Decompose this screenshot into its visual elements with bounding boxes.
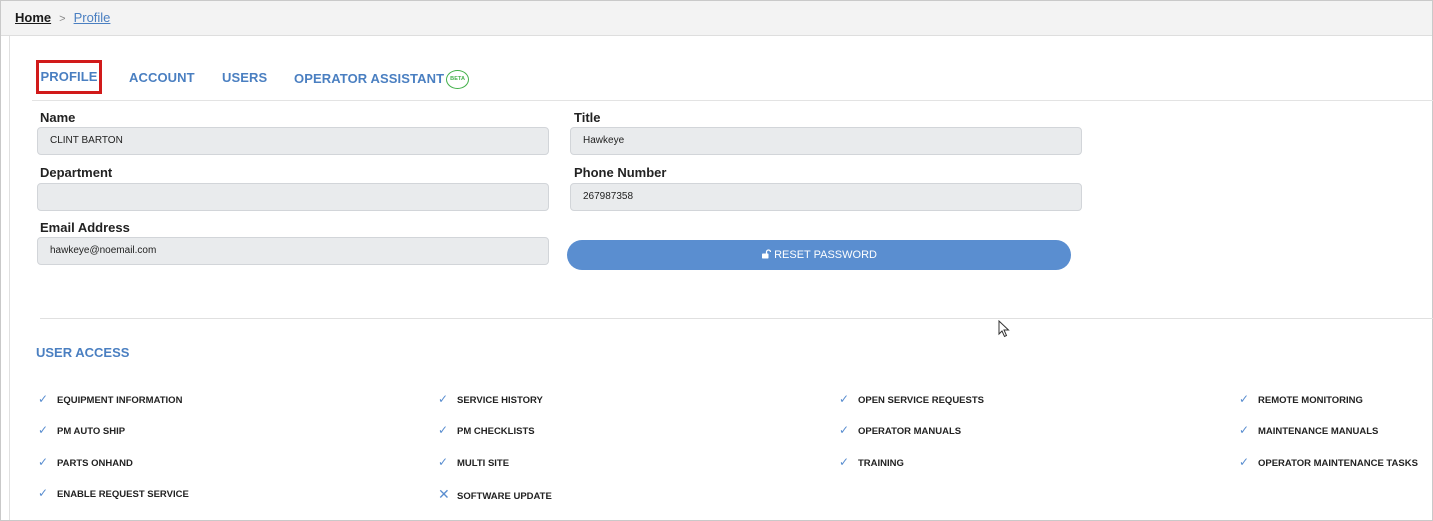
user-access-title: USER ACCESS xyxy=(36,345,130,360)
title-label: Title xyxy=(574,110,601,125)
section-divider xyxy=(40,318,1433,319)
access-item-maintenance-manuals: ✓ MAINTENANCE MANUALS xyxy=(1239,423,1378,437)
access-item-training: ✓ TRAINING xyxy=(839,455,904,469)
access-item-parts-onhand: ✓ PARTS ONHAND xyxy=(38,455,133,469)
mouse-cursor-icon xyxy=(998,319,1010,343)
access-item-label: OPERATOR MAINTENANCE TASKS xyxy=(1258,458,1418,469)
access-item-label: MAINTENANCE MANUALS xyxy=(1258,426,1379,437)
check-icon: ✓ xyxy=(38,486,49,500)
check-icon: ✓ xyxy=(1239,392,1250,406)
profile-panel: PROFILE ACCOUNT USERS OPERATOR ASSISTANT… xyxy=(9,36,1433,520)
access-item-open-service-requests: ✓ OPEN SERVICE REQUESTS xyxy=(839,392,984,406)
tab-profile[interactable]: PROFILE xyxy=(36,60,102,94)
access-item-label: REMOTE MONITORING xyxy=(1258,395,1363,406)
tab-users[interactable]: USERS xyxy=(222,70,267,85)
check-icon: ✓ xyxy=(438,392,449,406)
access-item-label: PARTS ONHAND xyxy=(57,458,133,469)
department-field[interactable] xyxy=(37,183,549,211)
access-item-label: MULTI SITE xyxy=(457,458,510,469)
breadcrumb-current-link[interactable]: Profile xyxy=(74,10,111,25)
access-item-label: EQUIPMENT INFORMATION xyxy=(57,395,183,406)
name-field[interactable]: CLINT BARTON xyxy=(37,127,549,155)
check-icon: ✓ xyxy=(438,423,449,437)
check-icon: ✓ xyxy=(438,455,449,469)
name-label: Name xyxy=(40,110,76,125)
breadcrumb-separator: > xyxy=(59,13,66,25)
reset-password-label: RESET PASSWORD xyxy=(774,249,877,261)
access-item-software-update: ✕ SOFTWARE UPDATE xyxy=(438,486,552,503)
phone-field[interactable]: 267987358 xyxy=(570,183,1082,211)
cross-icon: ✕ xyxy=(438,486,450,502)
tab-bar: PROFILE ACCOUNT USERS OPERATOR ASSISTANT… xyxy=(32,60,1433,101)
access-item-label: PM CHECKLISTS xyxy=(457,426,535,437)
check-icon: ✓ xyxy=(839,392,850,406)
check-icon: ✓ xyxy=(1239,455,1250,469)
access-item-pm-checklists: ✓ PM CHECKLISTS xyxy=(438,423,535,437)
breadcrumb-home-link[interactable]: Home xyxy=(15,10,51,25)
access-item-operator-maintenance-tasks: ✓ OPERATOR MAINTENANCE TASKS xyxy=(1239,455,1418,469)
check-icon: ✓ xyxy=(38,423,49,437)
access-item-label: SOFTWARE UPDATE xyxy=(457,491,552,502)
check-icon: ✓ xyxy=(839,423,850,437)
check-icon: ✓ xyxy=(38,455,49,469)
title-field[interactable]: Hawkeye xyxy=(570,127,1082,155)
tab-operator-assistant[interactable]: OPERATOR ASSISTANT BETA xyxy=(294,70,470,89)
access-item-label: OPEN SERVICE REQUESTS xyxy=(858,395,984,406)
access-item-enable-request-service: ✓ ENABLE REQUEST SERVICE xyxy=(38,486,189,500)
tab-operator-assistant-label: OPERATOR ASSISTANT xyxy=(294,70,445,86)
access-item-label: SERVICE HISTORY xyxy=(457,395,543,406)
unlock-icon xyxy=(761,249,774,261)
access-item-label: PM AUTO SHIP xyxy=(57,426,126,437)
breadcrumb-bar: Home > Profile xyxy=(1,1,1432,36)
beta-badge: BETA xyxy=(446,70,470,89)
access-item-pm-auto-ship: ✓ PM AUTO SHIP xyxy=(38,423,125,437)
reset-password-button[interactable]: RESET PASSWORD xyxy=(567,240,1071,270)
access-item-remote-monitoring: ✓ REMOTE MONITORING xyxy=(1239,392,1363,406)
access-item-operator-manuals: ✓ OPERATOR MANUALS xyxy=(839,423,961,437)
phone-label: Phone Number xyxy=(574,165,667,180)
check-icon: ✓ xyxy=(1239,423,1250,437)
email-field[interactable]: hawkeye@noemail.com xyxy=(37,237,549,265)
email-label: Email Address xyxy=(40,220,130,235)
access-item-label: ENABLE REQUEST SERVICE xyxy=(57,489,189,500)
access-item-equipment-information: ✓ EQUIPMENT INFORMATION xyxy=(38,392,182,406)
breadcrumb: Home > Profile xyxy=(15,10,110,25)
access-item-multi-site: ✓ MULTI SITE xyxy=(438,455,509,469)
access-item-label: TRAINING xyxy=(858,458,904,469)
access-item-service-history: ✓ SERVICE HISTORY xyxy=(438,392,543,406)
check-icon: ✓ xyxy=(839,455,850,469)
tab-account[interactable]: ACCOUNT xyxy=(129,70,195,85)
check-icon: ✓ xyxy=(38,392,49,406)
department-label: Department xyxy=(40,165,113,180)
access-item-label: OPERATOR MANUALS xyxy=(858,426,962,437)
